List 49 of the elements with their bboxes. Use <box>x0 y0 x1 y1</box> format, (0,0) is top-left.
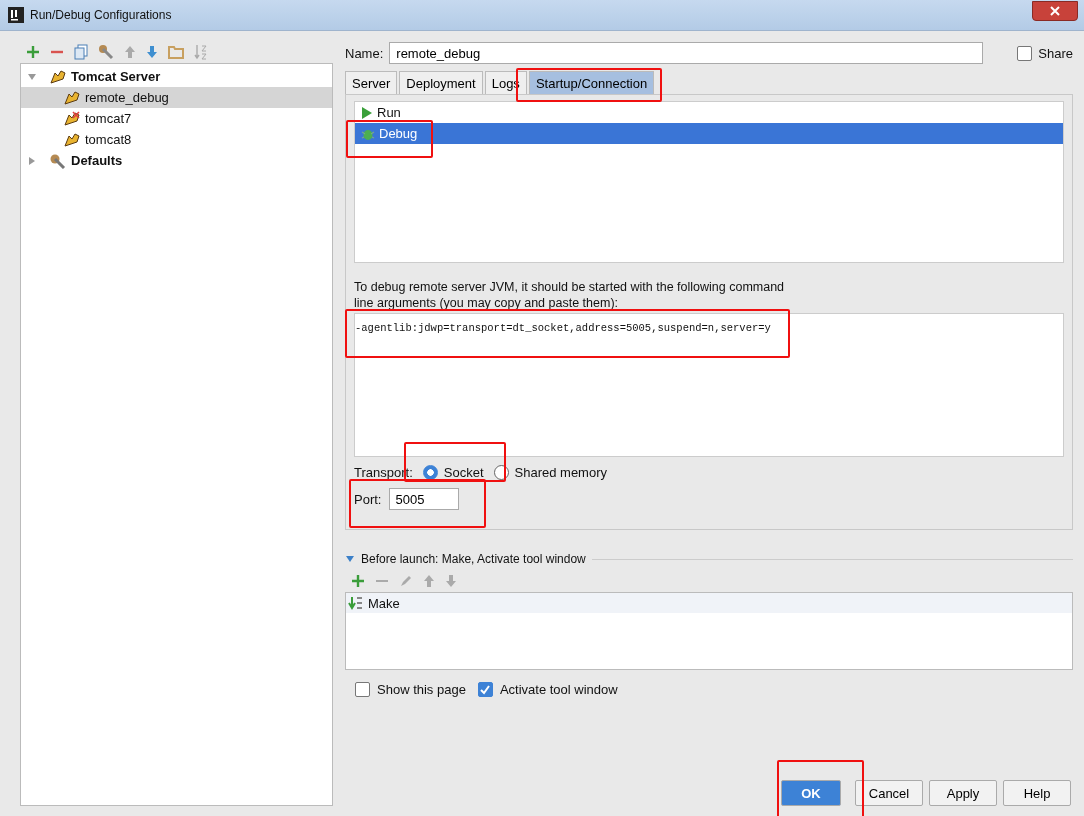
section-title: Before launch: Make, Activate tool window <box>361 552 586 566</box>
run-icon <box>361 105 373 120</box>
wrench-icon[interactable] <box>98 44 114 60</box>
mode-item[interactable]: Run <box>355 102 1063 123</box>
add-icon[interactable] <box>26 45 40 59</box>
dialog-button[interactable]: Cancel <box>855 780 923 806</box>
up-arrow-icon[interactable] <box>124 45 136 59</box>
tree-item[interactable]: tomcat7 <box>21 108 332 129</box>
tab[interactable]: Server <box>345 71 398 94</box>
wrench-icon <box>49 152 67 169</box>
instruction-text: To debug remote server JVM, it should be started with the following command line arguments (you may copy and paste them): <box>354 279 786 311</box>
transport-radio[interactable]: Socket <box>422 465 484 480</box>
pencil-icon[interactable] <box>399 574 413 588</box>
down-arrow-icon[interactable] <box>146 45 158 59</box>
check-icon <box>479 683 492 696</box>
expand-arrow-icon[interactable] <box>27 155 37 166</box>
dialog-button[interactable]: Apply <box>929 780 997 806</box>
tree-item[interactable]: tomcat8 <box>21 129 332 150</box>
collapse-arrow-icon[interactable] <box>27 71 37 82</box>
dialog-button[interactable]: Help <box>1003 780 1071 806</box>
folder-icon[interactable] <box>168 45 184 59</box>
make-icon <box>348 596 364 610</box>
add-icon[interactable] <box>351 574 365 588</box>
mode-item[interactable]: Debug <box>355 123 1063 144</box>
name-label: Name: <box>345 45 384 61</box>
close-button[interactable] <box>1032 1 1078 21</box>
tab[interactable]: Deployment <box>399 71 483 94</box>
collapse-arrow-icon[interactable] <box>345 555 355 563</box>
tree-item[interactable]: Defaults <box>21 150 332 171</box>
tree-item[interactable]: remote_debug <box>21 87 332 108</box>
dialog-button[interactable]: OK <box>781 780 841 806</box>
share-checkbox[interactable]: Share <box>1017 45 1073 61</box>
window-title: Run/Debug Configurations <box>30 8 172 22</box>
down-arrow-icon[interactable] <box>445 574 457 588</box>
app-icon <box>8 7 24 23</box>
transport-radio[interactable]: Shared memory <box>493 465 607 480</box>
tree-item[interactable]: Tomcat Server <box>21 66 332 87</box>
arguments-field[interactable]: -agentlib:jdwp=transport=dt_socket,address=5005,suspend=n,server=y <box>354 313 1064 457</box>
tab[interactable]: Startup/Connection <box>528 71 655 94</box>
name-field[interactable]: remote_debug <box>389 42 984 64</box>
up-arrow-icon[interactable] <box>423 574 435 588</box>
port-label: Port: <box>354 491 382 507</box>
close-icon <box>1049 6 1061 16</box>
copy-icon[interactable] <box>74 44 88 60</box>
task-item[interactable]: Make <box>346 593 1072 613</box>
sort-icon[interactable] <box>194 44 208 60</box>
option-checkbox[interactable]: Show this page <box>355 682 466 697</box>
option-checkbox[interactable]: Activate tool window <box>477 682 618 697</box>
port-field[interactable]: 5005 <box>389 488 460 510</box>
